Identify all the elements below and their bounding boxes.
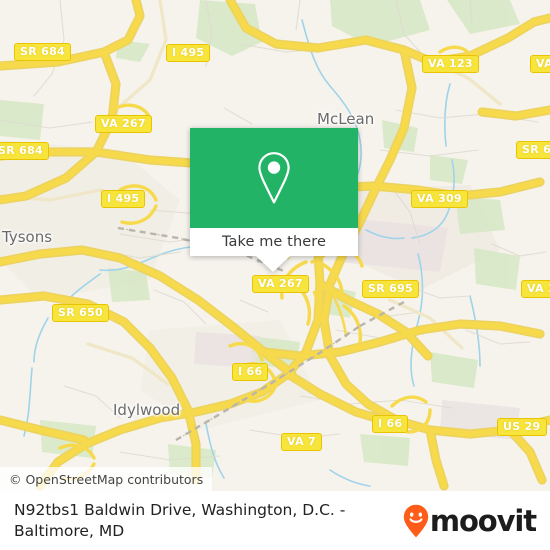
road-shield-va-3-edge[interactable]: VA 3 <box>521 280 550 298</box>
take-me-there-button[interactable]: Take me there <box>190 228 358 256</box>
road-shield-i-66-west[interactable]: I 66 <box>232 363 269 381</box>
footer-bar: N92tbs1 Baldwin Drive, Washington, D.C. … <box>0 491 550 550</box>
popup-tail-pointer <box>256 256 290 272</box>
road-shield-va-267-west[interactable]: VA 267 <box>95 115 152 133</box>
road-shield-va-edge[interactable]: VA <box>530 55 550 73</box>
road-shield-va-7[interactable]: VA 7 <box>281 433 322 451</box>
road-shield-sr-650[interactable]: SR 650 <box>52 304 109 322</box>
road-shield-sr-684-north[interactable]: SR 684 <box>14 43 71 61</box>
road-shield-i-495-tysons[interactable]: I 495 <box>101 190 146 208</box>
road-shield-sr-684-west[interactable]: SR 684 <box>0 142 49 160</box>
road-shield-va-267-center[interactable]: VA 267 <box>252 275 309 293</box>
road-shield-us-29[interactable]: US 29 <box>497 418 547 436</box>
place-label-idylwood: Idylwood <box>113 401 181 419</box>
road-shield-va-123[interactable]: VA 123 <box>422 55 479 73</box>
take-me-there-label: Take me there <box>221 234 327 250</box>
place-label-mclean: McLean <box>317 110 375 128</box>
road-shield-i-66-east[interactable]: I 66 <box>372 415 409 433</box>
map-canvas[interactable]: .rd { fill:none; stroke:#f7d94c; stroke-… <box>0 0 550 491</box>
road-shield-sr-695[interactable]: SR 695 <box>362 280 419 298</box>
moovit-smiley-pin-icon <box>403 504 429 537</box>
osm-attribution[interactable]: © OpenStreetMap contributors <box>0 467 213 491</box>
osm-attribution-text: © OpenStreetMap contributors <box>9 471 204 487</box>
moovit-wordmark: moovit <box>429 503 537 538</box>
moovit-map-screenshot: .rd { fill:none; stroke:#f7d94c; stroke-… <box>0 0 550 550</box>
road-shield-i-495-north[interactable]: I 495 <box>166 44 211 62</box>
popup-header <box>190 128 358 228</box>
road-shield-va-309[interactable]: VA 309 <box>411 190 468 208</box>
map-pin-icon <box>258 152 290 204</box>
moovit-logo[interactable]: moovit <box>403 503 537 538</box>
location-popup-card[interactable]: Take me there <box>190 128 358 272</box>
place-label-tysons: Tysons <box>2 228 53 246</box>
road-shield-sr-699-edge[interactable]: SR 69 <box>516 141 550 159</box>
location-title: N92tbs1 Baldwin Drive, Washington, D.C. … <box>14 500 346 540</box>
